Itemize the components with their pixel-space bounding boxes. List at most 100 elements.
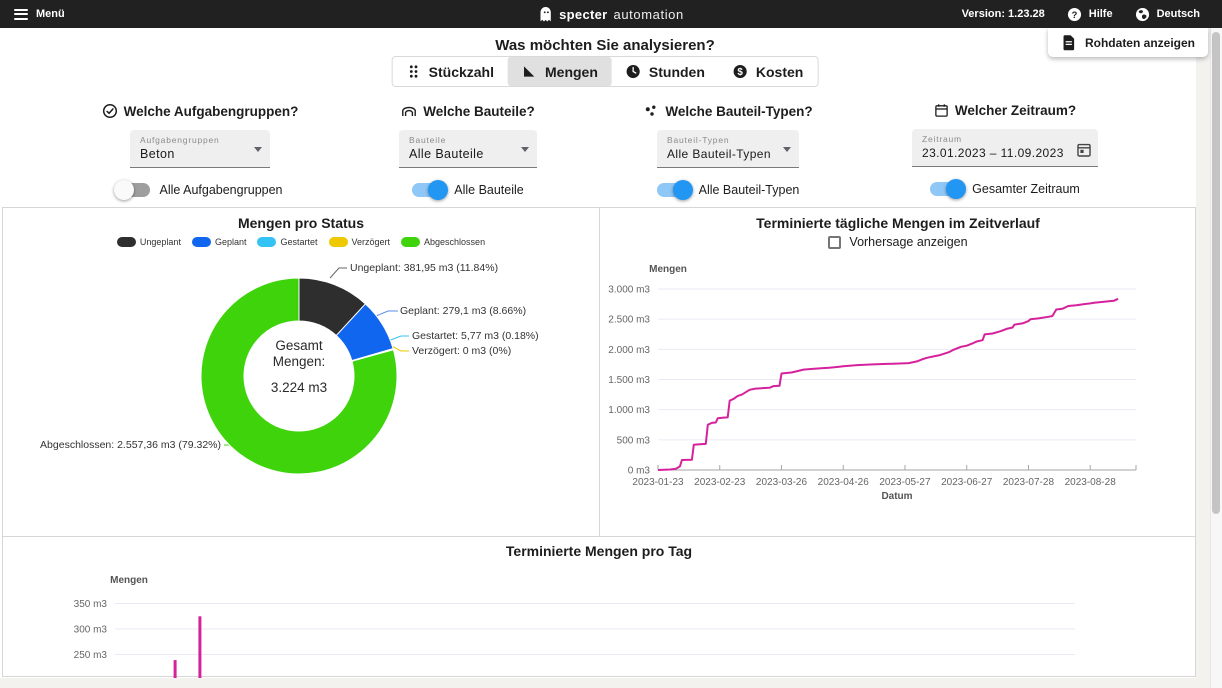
svg-text:?: ?	[1071, 9, 1077, 19]
chevron-down-icon	[254, 147, 262, 152]
calendar-picker-button[interactable]	[1076, 142, 1092, 158]
raw-data-label: Rohdaten anzeigen	[1085, 36, 1195, 50]
analyze-tabbar: Stückzahl Mengen Stunden $ Kosten	[392, 56, 819, 87]
menu-label: Menü	[36, 8, 65, 20]
filter-group-bauteile: Welche Bauteile? Bauteile Alle Bauteile …	[378, 103, 558, 197]
x-axis-title: Datum	[881, 491, 912, 502]
tab-mengen[interactable]: Mengen	[508, 57, 612, 86]
document-icon	[1061, 34, 1076, 51]
page-bottom-strip	[0, 678, 1210, 688]
date-range-value: 23.01.2023 – 11.09.2023	[922, 146, 1074, 160]
select-label: Bauteile	[409, 135, 513, 145]
donut-total: 3.224 m3	[239, 380, 359, 396]
alle-bauteil-typen-toggle[interactable]	[657, 183, 690, 197]
donut-label-verzoegert: Verzögert: 0 m3 (0%)	[412, 345, 511, 357]
gesamter-zeitraum-toggle[interactable]	[930, 182, 963, 196]
y-axis-title: Mengen	[649, 264, 687, 275]
svg-text:2023-07-28: 2023-07-28	[1003, 477, 1055, 488]
select-value: Alle Bauteile	[409, 147, 513, 161]
help-icon: ?	[1067, 7, 1082, 22]
bauteile-select[interactable]: Bauteile Alle Bauteile	[399, 130, 537, 168]
page-gutter	[1196, 28, 1210, 688]
filter-question: Welcher Zeitraum?	[955, 103, 1076, 118]
raw-data-button[interactable]: Rohdaten anzeigen	[1048, 28, 1208, 57]
triangle-icon	[522, 64, 537, 79]
svg-text:2023-08-28: 2023-08-28	[1065, 477, 1117, 488]
donut-label-abgeschlossen: Abgeschlossen: 2.557,36 m3 (79.32%)	[40, 439, 221, 451]
line-chart[interactable]: Mengen Datum 0 m3 500 m3 1.000 m3 1.500 m3 2…	[600, 208, 1197, 536]
charts-container: Mengen pro Status Ungeplant Geplant Gest…	[2, 207, 1196, 677]
filter-heading: Welcher Zeitraum?	[934, 103, 1076, 118]
chevron-down-icon	[521, 147, 529, 152]
brand-name-light: automation	[614, 7, 684, 22]
help-button[interactable]: ? Hilfe	[1067, 7, 1113, 22]
hamburger-icon	[14, 9, 28, 20]
dollar-icon: $	[733, 64, 748, 79]
svg-text:0 m3: 0 m3	[628, 466, 651, 477]
donut-label-gestartet: Gestartet: 5,77 m3 (0.18%)	[412, 330, 539, 342]
donut-chart-panel: Mengen pro Status Ungeplant Geplant Gest…	[3, 208, 599, 536]
zeitraum-field[interactable]: Zeitraum 23.01.2023 – 11.09.2023	[912, 129, 1098, 167]
svg-text:350 m3: 350 m3	[74, 599, 108, 610]
select-label: Bauteil-Typen	[667, 135, 775, 145]
bauteil-typen-select[interactable]: Bauteil-Typen Alle Bauteil-Typen	[657, 130, 799, 168]
svg-text:1.000 m3: 1.000 m3	[608, 405, 650, 416]
chevron-down-icon	[783, 147, 791, 152]
bar-chart[interactable]: Mengen 350 m3300 m3250 m3	[3, 537, 1195, 678]
svg-text:$: $	[738, 67, 744, 78]
filter-group-zeitraum: Welcher Zeitraum? Zeitraum 23.01.2023 – …	[905, 103, 1105, 196]
tab-label: Mengen	[545, 64, 598, 80]
tab-stueckzahl[interactable]: Stückzahl	[393, 57, 508, 86]
svg-text:500 m3: 500 m3	[617, 435, 651, 446]
donut-label-ungeplant: Ungeplant: 381,95 m3 (11.84%)	[350, 262, 498, 274]
svg-text:2023-04-26: 2023-04-26	[818, 477, 870, 488]
toggle-label: Alle Aufgabengruppen	[159, 183, 282, 197]
language-label: Deutsch	[1157, 8, 1200, 20]
toggle-label: Alle Bauteile	[454, 183, 524, 197]
svg-text:2023-06-27: 2023-06-27	[941, 477, 993, 488]
menu-button[interactable]: Menü	[0, 0, 79, 28]
ghost-icon	[538, 6, 553, 23]
calendar-icon	[934, 103, 949, 118]
filter-question: Welche Aufgabengruppen?	[124, 104, 299, 119]
svg-text:1.500 m3: 1.500 m3	[608, 375, 650, 386]
tab-stunden[interactable]: Stunden	[612, 57, 719, 86]
scrollbar-thumb[interactable]	[1212, 32, 1220, 514]
select-value: Alle Bauteil-Typen	[667, 147, 775, 161]
filter-heading: Welche Bauteile?	[401, 103, 535, 119]
filter-question: Welche Bauteile?	[423, 104, 535, 119]
aufgabengruppen-select[interactable]: Aufgabengruppen Beton	[130, 130, 270, 168]
language-button[interactable]: Deutsch	[1135, 7, 1200, 22]
tab-kosten[interactable]: $ Kosten	[719, 57, 817, 86]
brand-logo: specter automation	[538, 0, 684, 28]
filter-heading: Welche Aufgabengruppen?	[102, 103, 299, 119]
clock-icon	[626, 64, 641, 79]
toggle-label: Alle Bauteil-Typen	[699, 183, 800, 197]
select-value: Beton	[140, 147, 246, 161]
svg-text:3.000 m3: 3.000 m3	[608, 285, 650, 296]
filter-group-bauteil-typen: Welche Bauteil-Typen? Bauteil-Typen Alle…	[636, 103, 820, 197]
svg-text:2023-02-23: 2023-02-23	[694, 477, 746, 488]
brand-name-bold: specter	[559, 7, 607, 22]
tab-label: Stunden	[649, 64, 705, 80]
bridge-icon	[401, 103, 417, 119]
svg-text:2023-03-26: 2023-03-26	[756, 477, 808, 488]
tab-label: Kosten	[756, 64, 803, 80]
filter-question: Welche Bauteil-Typen?	[665, 104, 812, 119]
svg-text:250 m3: 250 m3	[74, 650, 108, 661]
grid-dots-icon	[407, 64, 421, 79]
topbar: Menü specterautomation Version: 1.23.28 …	[0, 0, 1222, 28]
tab-label: Stückzahl	[429, 64, 494, 80]
select-label: Aufgabengruppen	[140, 135, 246, 145]
component-dots-icon	[643, 103, 659, 119]
filter-group-aufgabengruppen: Welche Aufgabengruppen? Aufgabengruppen …	[100, 103, 300, 197]
alle-aufgabengruppen-toggle[interactable]	[117, 183, 150, 197]
svg-text:2023-01-23: 2023-01-23	[632, 477, 684, 488]
line-chart-panel: Terminierte tägliche Mengen im Zeitverla…	[599, 208, 1196, 536]
bar-chart-panel: Terminierte Mengen pro Tag Mengen 350 m3…	[3, 536, 1195, 677]
page-question: Was möchten Sie analysieren?	[0, 37, 1210, 54]
version-label: Version: 1.23.28	[962, 8, 1045, 20]
donut-center-label: Gesamt Mengen: 3.224 m3	[239, 338, 359, 396]
calendar-today-icon	[1076, 142, 1092, 158]
alle-bauteile-toggle[interactable]	[412, 183, 445, 197]
